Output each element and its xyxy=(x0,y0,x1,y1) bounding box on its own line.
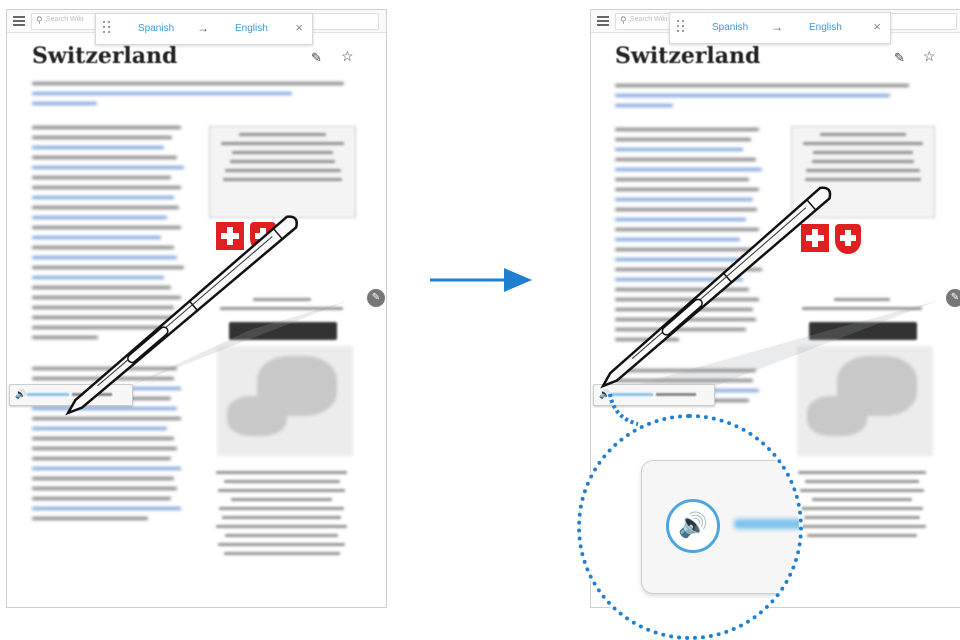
source-language-button[interactable]: Spanish xyxy=(138,23,174,34)
translator-bar[interactable]: Spanish → English × xyxy=(95,13,313,45)
close-icon[interactable]: × xyxy=(295,20,303,35)
original-word xyxy=(72,393,112,396)
source-language-button[interactable]: Spanish xyxy=(712,22,748,33)
speaker-icon[interactable]: 🔊 xyxy=(15,389,26,400)
floating-edit-icon[interactable]: ✎ xyxy=(946,289,960,307)
arrow-right-icon: → xyxy=(771,20,783,34)
close-icon[interactable]: × xyxy=(873,19,881,34)
speaker-icon[interactable]: 🔊 xyxy=(666,499,720,553)
zoom-magnifier: 🔊 xyxy=(577,414,803,640)
target-language-button[interactable]: English xyxy=(809,22,842,33)
translator-bar[interactable]: Spanish → English × xyxy=(669,12,891,44)
zoomed-translation-popup: 🔊 xyxy=(641,460,799,594)
target-language-button[interactable]: English xyxy=(235,23,268,34)
drag-handle-icon[interactable] xyxy=(677,20,685,34)
zoom-callout-tail xyxy=(608,393,639,426)
drag-handle-icon[interactable] xyxy=(103,21,111,35)
translated-word xyxy=(734,519,799,529)
translated-word xyxy=(27,393,69,396)
selection-beam xyxy=(74,300,940,412)
translation-popup[interactable]: 🔊 xyxy=(9,384,133,406)
arrow-right-icon: → xyxy=(197,21,209,35)
floating-edit-icon[interactable]: ✎ xyxy=(367,289,385,307)
